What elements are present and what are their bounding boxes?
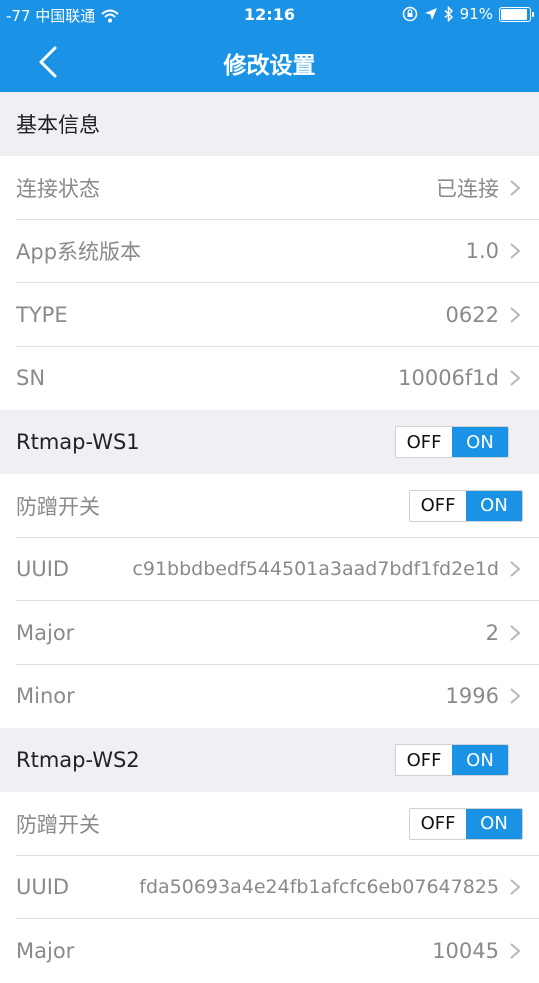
battery-icon	[499, 6, 534, 22]
ws2-power-toggle[interactable]: OFF ON	[395, 744, 509, 776]
chevron-right-icon	[509, 305, 523, 325]
row-label: Major	[16, 938, 75, 963]
toggle-off-option[interactable]: OFF	[410, 808, 466, 839]
section-ws1: Rtmap-WS1 OFF ON	[0, 410, 539, 474]
row-value: fda50693a4e24fb1afcfc6eb07647825	[139, 876, 499, 899]
page-title: 修改设置	[223, 53, 316, 79]
section-title: Rtmap-WS1	[16, 430, 140, 454]
row-sn[interactable]: SN 10006f1d	[0, 346, 539, 410]
chevron-right-icon	[509, 241, 523, 261]
chevron-right-icon	[509, 559, 523, 579]
row-value: 已连接	[436, 176, 499, 201]
row-ws2-tamper-switch[interactable]: 防蹭开关 OFF ON	[0, 792, 539, 856]
row-ws1-minor[interactable]: Minor 1996	[0, 664, 539, 728]
ws1-power-toggle[interactable]: OFF ON	[395, 426, 509, 458]
toggle-on-option[interactable]: ON	[466, 808, 522, 839]
row-ws1-uuid[interactable]: UUID c91bbdbedf544501a3aad7bdf1fd2e1d	[0, 537, 539, 601]
battery-percent: 91%	[459, 5, 493, 23]
row-ws1-tamper-switch[interactable]: 防蹭开关 OFF ON	[0, 474, 539, 538]
row-label: 防蹭开关	[16, 812, 100, 837]
row-value: 10045	[432, 938, 499, 963]
top-bar: -77 中国联通 12:16 91% 修改设置	[0, 0, 539, 92]
row-label: App系统版本	[16, 240, 142, 265]
section-basic-info: 基本信息	[0, 92, 539, 156]
nav-bar: 修改设置	[0, 30, 539, 92]
row-value: c91bbdbedf544501a3aad7bdf1fd2e1d	[132, 558, 499, 581]
chevron-right-icon	[509, 877, 523, 897]
row-value: 0622	[445, 302, 499, 327]
toggle-on-option[interactable]: ON	[452, 745, 508, 775]
ws2-tamper-toggle[interactable]: OFF ON	[409, 807, 523, 840]
row-label: Major	[16, 620, 75, 645]
row-value: 1996	[445, 684, 499, 709]
row-app-version[interactable]: App系统版本 1.0	[0, 219, 539, 283]
row-ws2-uuid[interactable]: UUID fda50693a4e24fb1afcfc6eb07647825	[0, 855, 539, 919]
settings-list: 基本信息 连接状态 已连接 App系统版本 1.0 TYPE 0622 SN 1…	[0, 92, 539, 983]
bluetooth-icon	[444, 6, 453, 22]
status-bar: -77 中国联通 12:16 91%	[0, 0, 539, 30]
chevron-right-icon	[509, 941, 523, 961]
location-arrow-icon	[424, 8, 437, 20]
section-title: 基本信息	[16, 113, 100, 137]
row-label: 防蹭开关	[16, 494, 100, 519]
chevron-right-icon	[509, 368, 523, 388]
row-label: UUID	[16, 875, 70, 900]
row-label: 连接状态	[16, 176, 100, 201]
toggle-off-option[interactable]: OFF	[396, 427, 452, 457]
section-ws2: Rtmap-WS2 OFF ON	[0, 728, 539, 792]
row-ws2-major[interactable]: Major 10045	[0, 919, 539, 983]
row-ws1-major[interactable]: Major 2	[0, 601, 539, 665]
ws1-tamper-toggle[interactable]: OFF ON	[409, 489, 523, 522]
orientation-lock-icon	[402, 6, 417, 22]
row-label: UUID	[16, 557, 70, 582]
row-label: SN	[16, 366, 46, 391]
row-label: Minor	[16, 684, 75, 709]
chevron-right-icon	[509, 686, 523, 706]
row-type[interactable]: TYPE 0622	[0, 283, 539, 347]
row-value: 1.0	[465, 239, 499, 264]
section-title: Rtmap-WS2	[16, 748, 140, 772]
row-value: 2	[485, 620, 499, 645]
row-connection-status[interactable]: 连接状态 已连接	[0, 156, 539, 220]
toggle-on-option[interactable]: ON	[452, 427, 508, 457]
status-right: 91%	[402, 5, 534, 23]
toggle-off-option[interactable]: OFF	[396, 745, 452, 775]
toggle-on-option[interactable]: ON	[466, 490, 522, 521]
chevron-right-icon	[509, 178, 523, 198]
toggle-off-option[interactable]: OFF	[410, 490, 466, 521]
row-label: TYPE	[16, 302, 68, 327]
row-value: 10006f1d	[398, 366, 499, 391]
chevron-right-icon	[509, 623, 523, 643]
